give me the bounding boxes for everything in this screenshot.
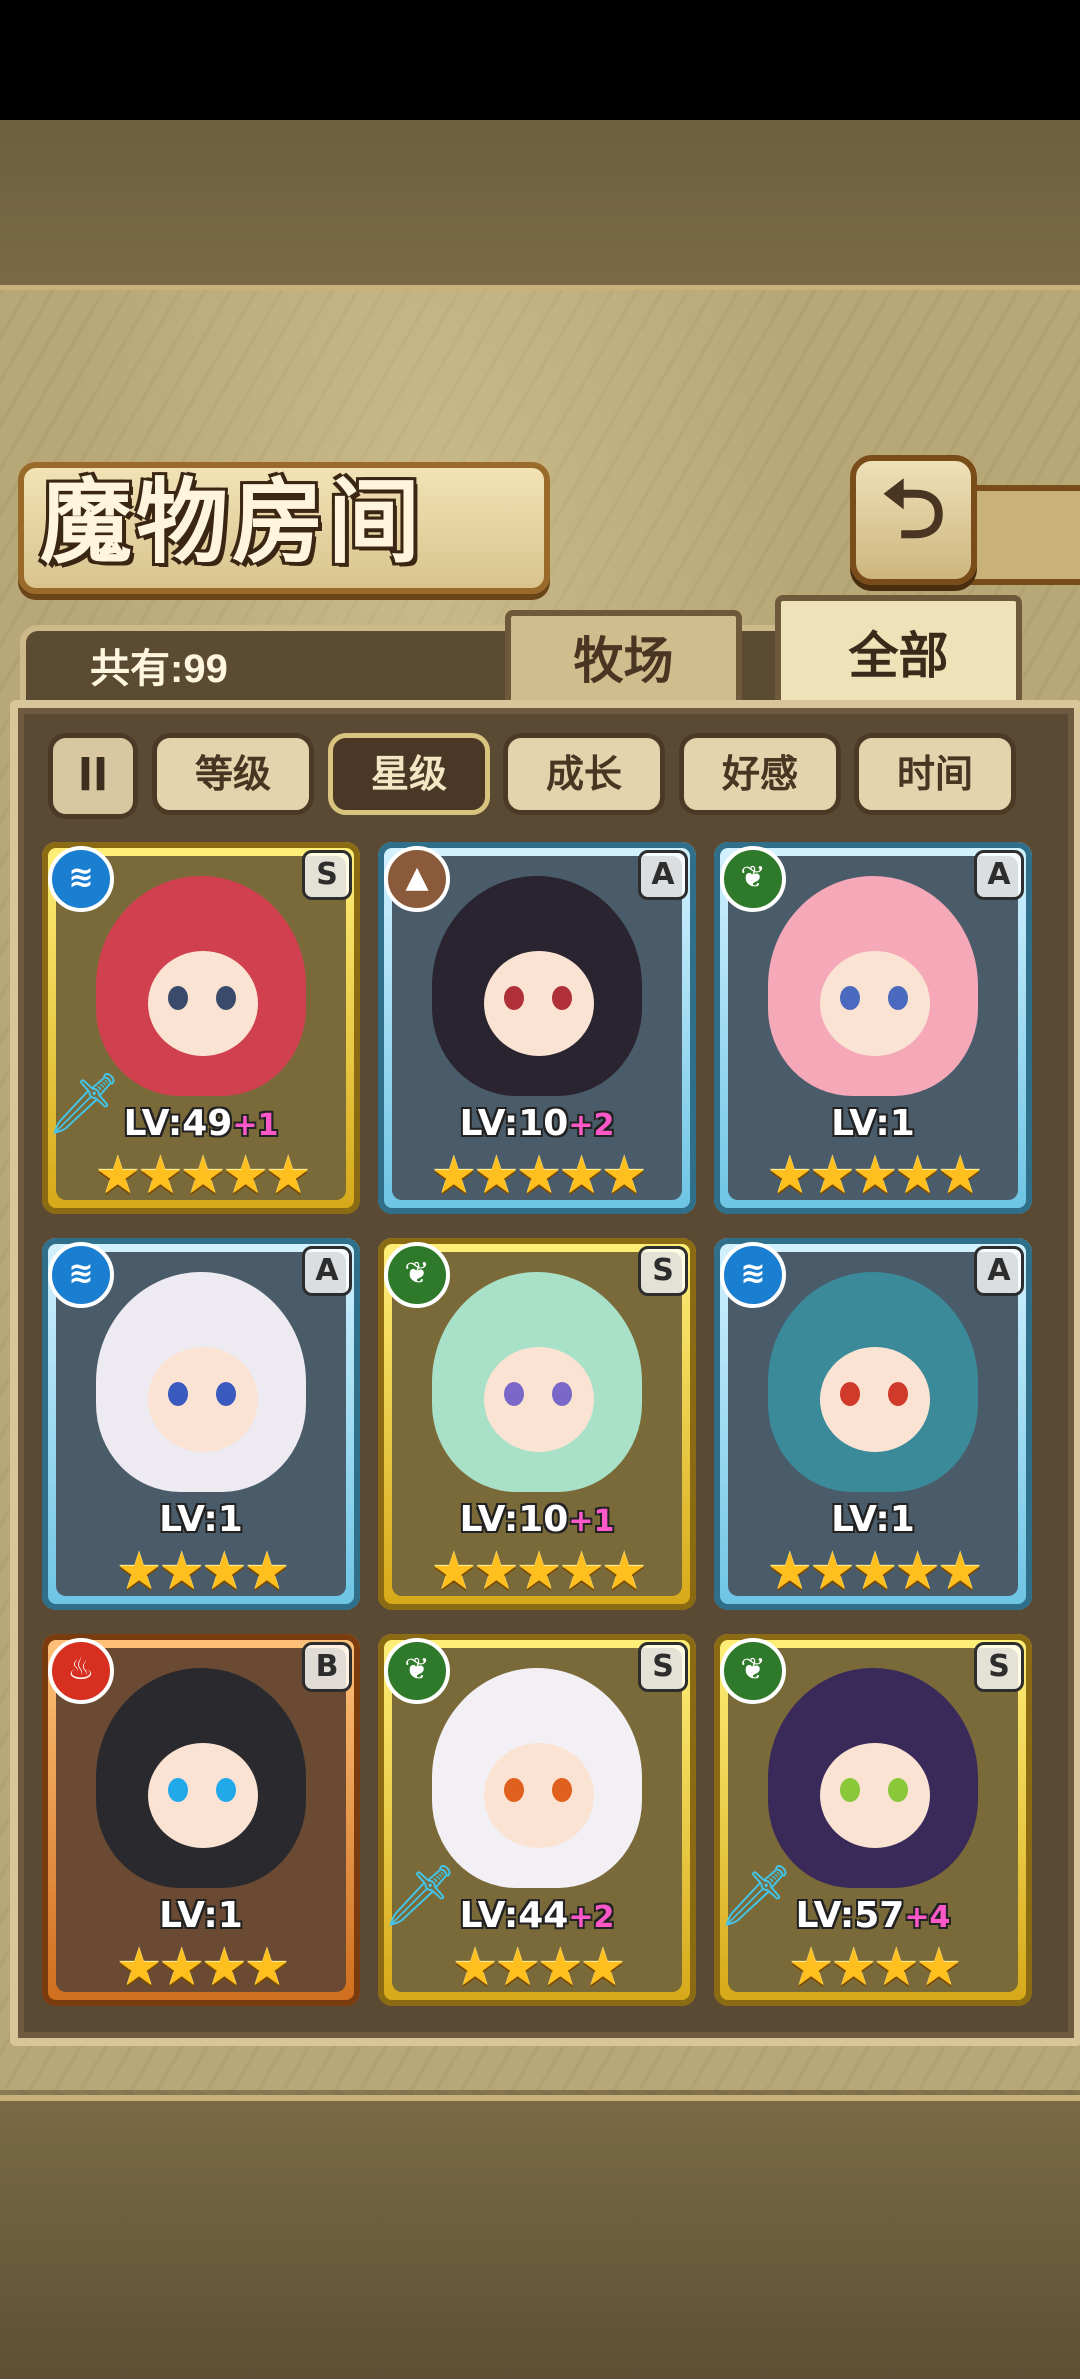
level-value: LV:1 [159, 1895, 243, 1936]
filter-growth[interactable]: 成长 [503, 733, 665, 815]
monster-count: 共有:99 [90, 647, 228, 691]
level-value: LV:49 [123, 1103, 233, 1144]
filter-stars[interactable]: 星级 [328, 733, 490, 815]
header-band [0, 120, 1080, 291]
sort-order-toggle[interactable]: ll [48, 733, 138, 819]
level-value: LV:1 [831, 1499, 915, 1540]
water-element-icon: ≋ [720, 1242, 786, 1308]
monster-card[interactable]: ≋ A LV:1 ★★★★ [42, 1238, 360, 1610]
back-button-tab [965, 485, 1080, 585]
back-arrow-icon: ⮌ [881, 463, 946, 556]
footer-band [0, 2095, 1080, 2379]
rank-badge: S [302, 850, 352, 900]
star-rating: ★★★★ [115, 1542, 290, 1602]
star-rating: ★★★★ [451, 1938, 626, 1998]
rank-badge: S [974, 1642, 1024, 1692]
weapon-icon: 🗡 [46, 1054, 122, 1154]
star-rating: ★★★★★ [430, 1542, 647, 1602]
level-value: LV:10 [459, 1103, 569, 1144]
tab-all-label: 全部 [848, 626, 949, 685]
star-rating: ★★★★★ [430, 1146, 647, 1206]
level-label: LV:10+2 [378, 1103, 696, 1144]
page-title: 魔物房间 [40, 468, 425, 576]
level-label: LV:1 [714, 1103, 1032, 1144]
filter-affection[interactable]: 好感 [679, 733, 841, 815]
back-button[interactable]: ⮌ [850, 455, 977, 585]
level-bonus: +1 [568, 1504, 615, 1539]
fire-element-icon: ♨ [48, 1638, 114, 1704]
wood-element-icon: ❦ [384, 1242, 450, 1308]
tab-ranch[interactable]: 牧场 [505, 610, 742, 712]
rank-badge: S [638, 1642, 688, 1692]
star-rating: ★★★★★ [766, 1146, 983, 1206]
filter-level[interactable]: 等级 [152, 733, 314, 815]
wood-element-icon: ❦ [720, 1638, 786, 1704]
weapon-icon: 🗡 [382, 1846, 458, 1946]
star-rating: ★★★★ [787, 1938, 962, 1998]
monster-card[interactable]: ❦ S LV:10+1 ★★★★★ [378, 1238, 696, 1610]
star-rating: ★★★★★ [766, 1542, 983, 1602]
rank-badge: A [974, 850, 1024, 900]
level-bonus: +2 [568, 1900, 615, 1935]
level-bonus: +2 [568, 1108, 615, 1143]
rank-badge: S [638, 1246, 688, 1296]
rank-badge: A [974, 1246, 1024, 1296]
level-value: LV:57 [795, 1895, 905, 1936]
wood-element-icon: ❦ [720, 846, 786, 912]
level-label: LV:1 [714, 1499, 1032, 1540]
star-rating: ★★★★ [115, 1938, 290, 1998]
rank-badge: B [302, 1642, 352, 1692]
monster-card[interactable]: ♨ B LV:1 ★★★★ [42, 1634, 360, 2006]
filter-time[interactable]: 时间 [854, 733, 1016, 815]
wood-element-icon: ❦ [384, 1638, 450, 1704]
monster-card[interactable]: ≋ S LV:49+1★★★★★🗡 [42, 842, 360, 1214]
monster-card[interactable]: ❦ A LV:1 ★★★★★ [714, 842, 1032, 1214]
level-value: LV:1 [159, 1499, 243, 1540]
tab-ranch-label: 牧场 [573, 631, 674, 690]
level-label: LV:10+1 [378, 1499, 696, 1540]
monster-card[interactable]: ▲ A LV:10+2 ★★★★★ [378, 842, 696, 1214]
water-element-icon: ≋ [48, 1242, 114, 1308]
monster-card[interactable]: ❦ S LV:57+4★★★★🗡 [714, 1634, 1032, 2006]
monster-card[interactable]: ≋ A LV:1 ★★★★★ [714, 1238, 1032, 1610]
level-label: LV:1 [42, 1895, 360, 1936]
level-value: LV:1 [831, 1103, 915, 1144]
level-bonus: +4 [904, 1900, 951, 1935]
water-element-icon: ≋ [48, 846, 114, 912]
level-bonus: +1 [232, 1108, 279, 1143]
tab-all[interactable]: 全部 [775, 595, 1022, 717]
rank-badge: A [638, 850, 688, 900]
level-label: LV:1 [42, 1499, 360, 1540]
weapon-icon: 🗡 [718, 1846, 794, 1946]
star-rating: ★★★★★ [94, 1146, 311, 1206]
level-value: LV:10 [459, 1499, 569, 1540]
monster-card[interactable]: ❦ S LV:44+2★★★★🗡 [378, 1634, 696, 2006]
rank-badge: A [302, 1246, 352, 1296]
earth-element-icon: ▲ [384, 846, 450, 912]
level-value: LV:44 [459, 1895, 569, 1936]
